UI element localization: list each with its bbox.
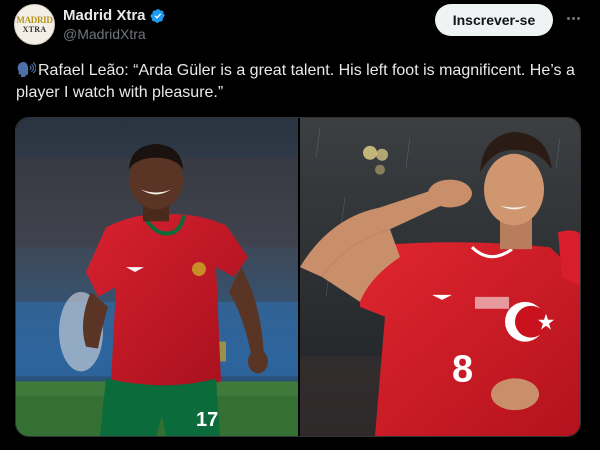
photo-right-image: 8 bbox=[300, 118, 580, 436]
verified-badge-icon bbox=[150, 8, 165, 23]
author-name[interactable]: Madrid Xtra bbox=[63, 7, 146, 24]
speaking-head-icon bbox=[17, 62, 36, 77]
follow-button[interactable]: Inscrever-se bbox=[435, 4, 553, 36]
photo-left-image: 17 bbox=[16, 118, 298, 436]
tweet-text: Rafael Leão: “Arda Güler is a great tale… bbox=[16, 62, 575, 101]
author-name-row: Madrid Xtra bbox=[63, 7, 166, 24]
author-handle[interactable]: @MadridXtra bbox=[63, 26, 146, 42]
ellipsis-icon[interactable] bbox=[563, 8, 583, 28]
tweet-text-block: Rafael Leão: “Arda Güler is a great tale… bbox=[16, 60, 586, 104]
avatar-line1: MADRID bbox=[16, 14, 53, 25]
avatar-line2: XTRA bbox=[22, 24, 47, 34]
media-grid: 17 8 bbox=[15, 117, 581, 437]
photo-rafael-leao[interactable]: 17 bbox=[16, 118, 298, 436]
right-shirt-number: 8 bbox=[452, 348, 473, 390]
left-shorts-number: 17 bbox=[196, 409, 218, 431]
avatar[interactable]: MADRID XTRA bbox=[14, 4, 55, 45]
photo-arda-guler[interactable]: 8 bbox=[300, 118, 580, 436]
